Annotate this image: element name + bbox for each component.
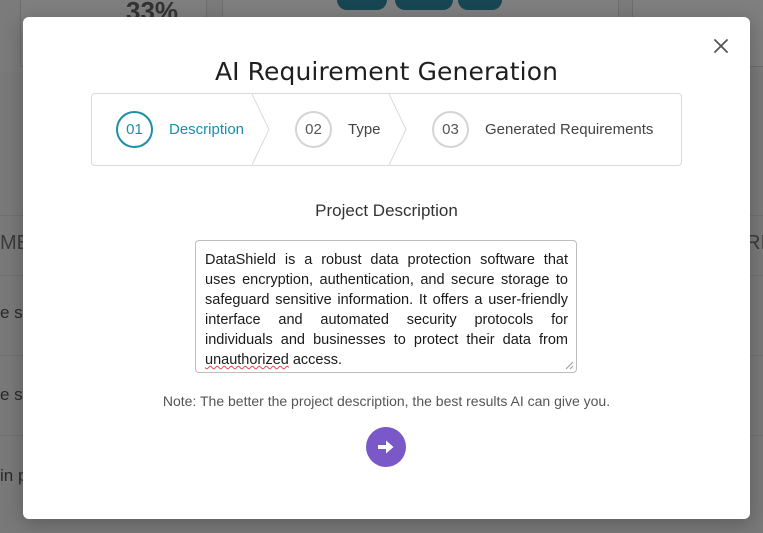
arrow-right-icon <box>378 440 394 454</box>
close-button[interactable] <box>709 34 733 58</box>
misspelled-word: unauthorized <box>205 352 289 368</box>
step-label: Generated Requirements <box>485 121 654 138</box>
modal-title: AI Requirement Generation <box>214 57 559 86</box>
ai-requirement-modal: AI Requirement Generation 01 Description… <box>23 17 750 519</box>
step-number: 02 <box>295 111 332 148</box>
project-description-label: Project Description <box>315 201 458 220</box>
step-number: 01 <box>116 111 153 148</box>
next-step-button[interactable] <box>366 427 406 467</box>
project-description-textarea[interactable]: DataShield is a robust data protection s… <box>195 240 577 373</box>
close-icon <box>714 39 728 53</box>
step-label: Type <box>348 121 381 138</box>
step-description[interactable]: 01 Description <box>116 94 244 165</box>
step-label: Description <box>169 121 245 138</box>
step-separator-icon <box>389 94 407 165</box>
project-description-text: DataShield is a robust data protection s… <box>205 250 568 370</box>
step-generated-requirements[interactable]: 03 Generated Requirements <box>432 94 653 165</box>
stepper: 01 Description 02 Type 03 Generated Requ… <box>91 93 682 166</box>
step-separator-icon <box>252 94 270 165</box>
description-note: Note: The better the project description… <box>162 393 611 409</box>
step-type[interactable]: 02 Type <box>295 94 381 165</box>
resize-handle-icon[interactable] <box>565 361 574 370</box>
description-text-end: access. <box>288 352 343 368</box>
step-number: 03 <box>432 111 469 148</box>
description-text-main: DataShield is a robust data protection s… <box>205 252 568 348</box>
